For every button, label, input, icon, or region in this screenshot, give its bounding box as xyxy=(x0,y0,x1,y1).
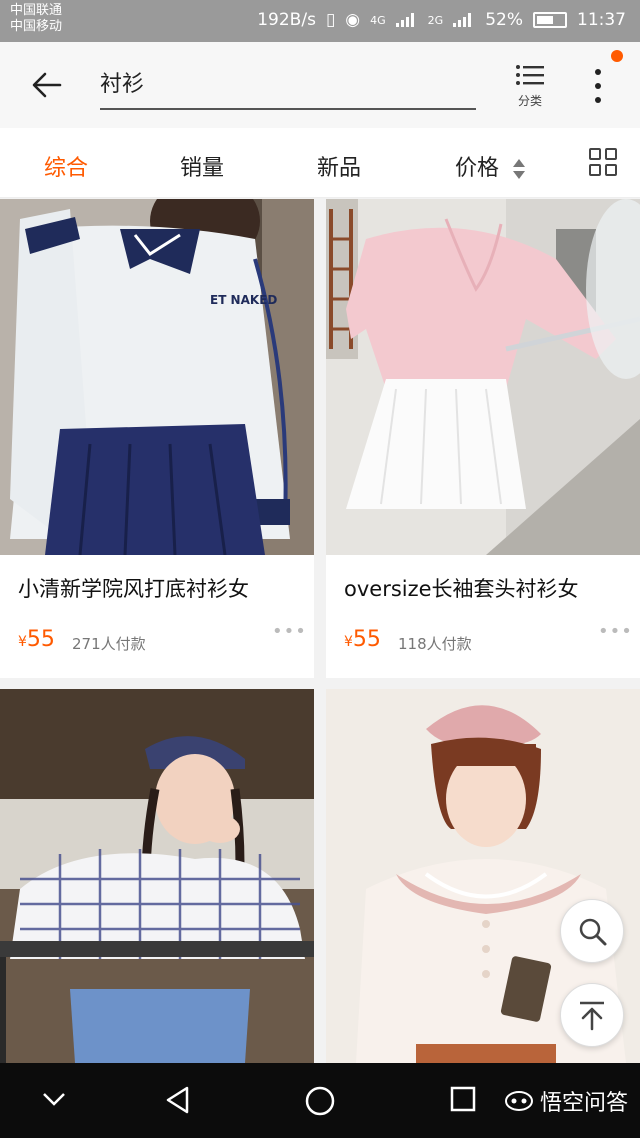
clock: 11:37 xyxy=(577,10,626,30)
back-to-top-button[interactable] xyxy=(560,983,624,1047)
currency-symbol: ¥ xyxy=(344,634,353,650)
search-header: 衬衫 分类 xyxy=(0,42,640,128)
net-type-1: 4G xyxy=(370,13,386,27)
similar-search-button[interactable] xyxy=(560,899,624,963)
product-sales-1: 271人付款 xyxy=(72,635,146,653)
product-image-1[interactable]: ET NAKED xyxy=(0,199,314,555)
wukong-logo-icon xyxy=(504,1091,533,1111)
carrier-info: 中国联通 中国移动 xyxy=(10,3,62,35)
product-title-2[interactable]: oversize长袖套头衬衫女 xyxy=(344,573,579,603)
system-nav-bar: 悟空问答 xyxy=(0,1063,640,1138)
more-vertical-icon[interactable] xyxy=(588,66,608,106)
more-options-icon[interactable]: ••• xyxy=(272,621,307,642)
sort-new[interactable]: 新品 xyxy=(317,150,361,182)
product-card-3[interactable] xyxy=(0,689,314,1063)
product-sales-2: 118人付款 xyxy=(398,635,472,653)
product-title-1[interactable]: 小清新学院风打底衬衫女 xyxy=(18,573,249,603)
sort-price-label: 价格 xyxy=(455,156,500,181)
status-bar: 中国联通 中国移动 192B/s ▯ ◉ 4G 2G 52% 11:37 xyxy=(0,0,640,42)
price-value: 55 xyxy=(26,627,55,652)
shirt-logo-text: ET NAKED xyxy=(210,293,277,307)
carrier-2: 中国移动 xyxy=(10,19,63,34)
product-card-1[interactable]: ET NAKED 小清新学院风打底衬衫女 ¥55 271人付款 ••• xyxy=(0,199,314,678)
recents-square-icon[interactable] xyxy=(449,1085,477,1113)
chevron-down-icon[interactable] xyxy=(40,1085,68,1113)
product-image-3[interactable] xyxy=(0,689,314,1063)
search-input[interactable]: 衬衫 xyxy=(100,70,476,110)
sort-sales[interactable]: 销量 xyxy=(180,150,224,182)
notification-dot xyxy=(611,50,623,62)
eye-comfort-icon: ◉ xyxy=(345,10,361,30)
vibrate-icon: ▯ xyxy=(325,10,336,30)
product-price-1: ¥55 xyxy=(18,627,55,652)
signal-icon xyxy=(395,13,418,27)
net-type-2: 2G xyxy=(427,13,444,27)
carrier-1: 中国联通 xyxy=(10,3,63,18)
magnifier-icon xyxy=(579,918,607,946)
back-arrow-icon[interactable] xyxy=(30,68,64,102)
list-icon xyxy=(516,65,544,85)
product-image-2[interactable] xyxy=(326,199,640,555)
search-query: 衬衫 xyxy=(100,72,145,97)
currency-symbol: ¥ xyxy=(18,634,27,650)
sort-price[interactable]: 价格 xyxy=(455,150,526,182)
more-options-icon[interactable]: ••• xyxy=(598,621,633,642)
grid-view-icon[interactable] xyxy=(589,148,619,178)
product-price-2: ¥55 xyxy=(344,627,381,652)
battery-icon xyxy=(533,12,567,28)
sort-bar: 综合 销量 新品 价格 xyxy=(0,128,640,198)
battery-percent: 52% xyxy=(485,10,523,30)
price-value: 55 xyxy=(352,627,381,652)
sort-toggle-icon xyxy=(513,159,526,179)
category-label: 分类 xyxy=(517,94,542,108)
watermark: 悟空问答 xyxy=(504,1085,628,1117)
sort-comprehensive[interactable]: 综合 xyxy=(44,150,88,182)
back-triangle-icon[interactable] xyxy=(163,1085,193,1115)
category-button[interactable]: 分类 xyxy=(510,64,550,109)
signal-icon-2 xyxy=(453,13,475,27)
status-right: 192B/s ▯ ◉ 4G 2G 52% 11:37 xyxy=(257,10,626,30)
watermark-text: 悟空问答 xyxy=(539,1091,628,1116)
home-circle-icon[interactable] xyxy=(304,1085,336,1117)
network-speed: 192B/s xyxy=(257,10,316,30)
product-card-2[interactable]: oversize长袖套头衬衫女 ¥55 118人付款 ••• xyxy=(326,199,640,678)
arrow-up-icon xyxy=(580,1001,604,1031)
